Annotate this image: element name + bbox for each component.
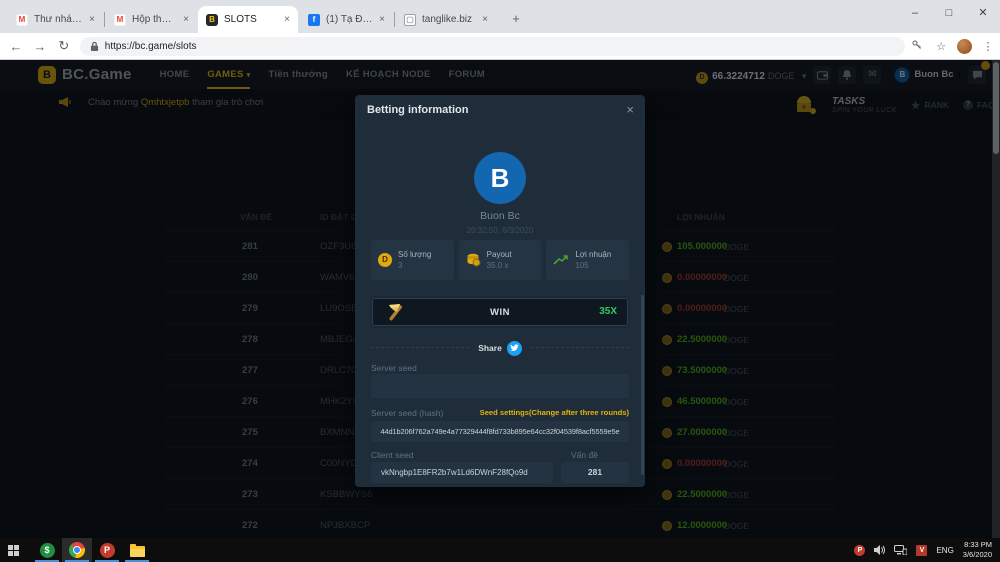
clock-date: 3/6/2020: [963, 550, 992, 560]
bcgame-favicon: B: [206, 14, 218, 26]
browser-menu-icon[interactable]: ⋮: [976, 40, 1000, 53]
scrollbar-thumb[interactable]: [993, 62, 999, 154]
server-seed-label: Server seed: [371, 363, 417, 373]
tab-close-icon[interactable]: ×: [284, 14, 290, 25]
stat-value: 3: [398, 261, 431, 270]
browser-tab-strip: M Thư nháp (5) - thoai14071997@ × M Hộp …: [0, 0, 1000, 33]
stat-value: 35.0 x: [487, 261, 512, 270]
tab-gmail-inbox[interactable]: M Hộp thư đến (4) - bcgamebouns ×: [106, 6, 197, 33]
gmail-icon: M: [16, 14, 28, 26]
facebook-icon: f: [308, 14, 320, 26]
window-minimize-button[interactable]: –: [898, 0, 932, 28]
page-viewport: B BC.Game HOME GAMES ▾ Tiền thưởng KẾ HO…: [0, 60, 1000, 538]
taskbar-clock[interactable]: 8:33 PM 3/6/2020: [963, 540, 992, 560]
coins-stack-icon: [466, 253, 481, 267]
betting-information-modal: Betting information × B Buon Bc 20:32:50…: [355, 95, 645, 487]
server-seed-input[interactable]: [371, 374, 629, 398]
network-icon[interactable]: [894, 545, 907, 555]
taskbar-app-p[interactable]: P: [92, 538, 122, 562]
seed-settings-link[interactable]: Seed settings(Change after three rounds): [480, 408, 629, 417]
tab-tanglike[interactable]: ▢ tanglike.biz ×: [396, 6, 496, 33]
bet-stats: D Số lượng 3 Payout 35.0 x Lợi nhuận 105: [371, 240, 629, 280]
system-tray: P V ENG 8:33 PM 3/6/2020: [854, 538, 992, 562]
modal-title: Betting information: [367, 104, 468, 116]
tab-slots-active[interactable]: B SLOTS ×: [198, 6, 298, 33]
twitter-share-button[interactable]: [507, 341, 522, 356]
stat-amount-card: D Số lượng 3: [371, 240, 454, 280]
tab-gmail-drafts[interactable]: M Thư nháp (5) - thoai14071997@ ×: [8, 6, 103, 33]
start-button[interactable]: [0, 538, 26, 562]
twitter-bird-icon: [510, 344, 519, 352]
issue-field[interactable]: 281: [561, 462, 629, 483]
window-maximize-button[interactable]: □: [932, 0, 966, 28]
folder-icon: [130, 546, 145, 557]
taskbar-app-chrome[interactable]: [62, 538, 92, 562]
player-name: Buon Bc: [355, 210, 645, 222]
issue-label: Vấn đề: [571, 450, 598, 460]
dollar-icon: $: [40, 543, 55, 558]
windows-icon: [8, 545, 19, 556]
tab-title: SLOTS: [224, 14, 278, 25]
chrome-icon: [69, 542, 85, 558]
v-tray-icon[interactable]: V: [916, 545, 927, 556]
clock-time: 8:33 PM: [963, 540, 992, 550]
client-seed-field[interactable]: vkNngbp1E8FR2b7w1Ld6DWnF28fQo9d: [371, 462, 553, 483]
player-avatar: B: [474, 152, 526, 204]
tab-close-icon[interactable]: ×: [482, 14, 488, 25]
stat-label: Payout: [487, 250, 512, 259]
stat-payout-card: Payout 35.0 x: [459, 240, 542, 280]
bet-timestamp: 20:32:50, 6/3/2020: [355, 226, 645, 235]
browser-toolbar: ← → ↻ https://bc.game/slots ☆ ⋮: [0, 33, 1000, 60]
close-icon[interactable]: ×: [626, 102, 634, 117]
tab-close-icon[interactable]: ×: [89, 14, 95, 25]
trend-up-icon: [553, 254, 569, 266]
stat-label: Số lượng: [398, 250, 431, 259]
share-label: Share: [478, 343, 502, 353]
share-row: Share: [355, 338, 645, 356]
key-icon[interactable]: [905, 39, 929, 54]
stat-value: 105: [575, 261, 611, 270]
tab-title: (1) Tạ Đức Dũng - Bóng Thanh N: [326, 14, 373, 25]
new-tab-button[interactable]: +: [505, 8, 527, 30]
page-icon: ▢: [404, 14, 416, 26]
tab-title: tanglike.biz: [422, 14, 476, 25]
win-result-bar: WIN 35X: [372, 298, 628, 326]
language-indicator[interactable]: ENG: [936, 546, 953, 555]
bookmark-star-icon[interactable]: ☆: [929, 40, 953, 53]
client-seed-label: Client seed: [371, 450, 414, 460]
tab-close-icon[interactable]: ×: [379, 14, 385, 25]
taskbar-app-explorer[interactable]: [122, 538, 152, 562]
p-tray-icon[interactable]: P: [854, 545, 865, 556]
tab-close-icon[interactable]: ×: [183, 14, 189, 25]
win-multiplier: 35X: [599, 306, 617, 317]
back-button[interactable]: ←: [4, 39, 28, 54]
windows-taskbar: $ P P V ENG 8:33 PM 3/6/2020: [0, 538, 1000, 562]
gmail-icon: M: [114, 14, 126, 26]
url-text: https://bc.game/slots: [105, 41, 197, 52]
server-seed-hash-label: Server seed (hash): [371, 408, 443, 418]
tab-separator: [104, 12, 105, 27]
taskbar-app-money[interactable]: $: [32, 538, 62, 562]
forward-button[interactable]: →: [28, 39, 52, 54]
stat-profit-card: Lợi nhuận 105: [546, 240, 629, 280]
reload-button[interactable]: ↻: [52, 38, 76, 54]
p-app-icon: P: [100, 543, 115, 558]
page-scrollbar[interactable]: [992, 60, 1000, 538]
win-label: WIN: [373, 307, 627, 318]
address-bar[interactable]: https://bc.game/slots: [80, 37, 906, 56]
coin-icon: D: [378, 253, 392, 267]
browser-profile-avatar[interactable]: [957, 39, 972, 54]
tab-separator: [394, 12, 395, 27]
server-seed-hash-field[interactable]: 44d1b206f762a749e4a77329444f8fd733b895e6…: [371, 421, 629, 442]
window-close-button[interactable]: ✕: [966, 0, 1000, 28]
tab-title: Thư nháp (5) - thoai14071997@: [34, 14, 83, 25]
speaker-icon[interactable]: [874, 545, 885, 555]
stat-label: Lợi nhuận: [575, 250, 611, 259]
tab-facebook[interactable]: f (1) Tạ Đức Dũng - Bóng Thanh N ×: [300, 6, 393, 33]
tab-title: Hộp thư đến (4) - bcgamebouns: [132, 14, 177, 25]
lock-icon: [90, 41, 99, 52]
modal-scrollbar[interactable]: [641, 295, 644, 475]
